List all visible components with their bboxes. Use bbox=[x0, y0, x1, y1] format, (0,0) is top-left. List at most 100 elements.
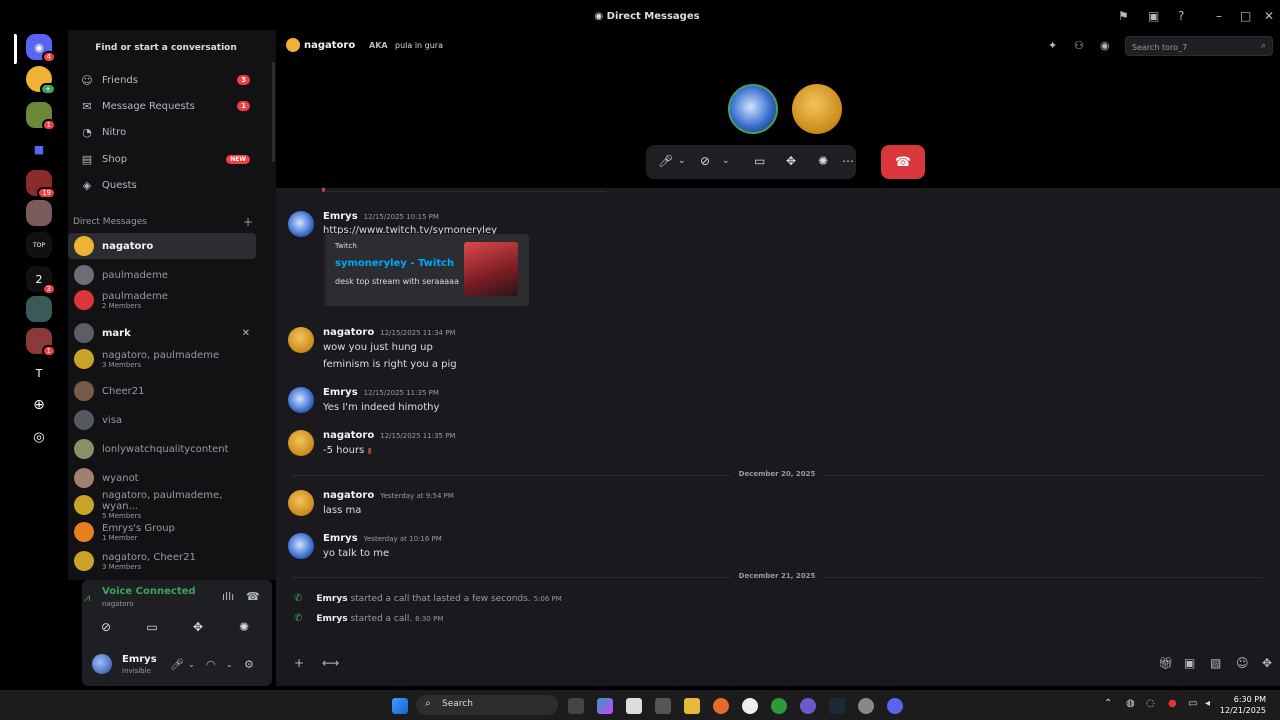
call-mic-icon[interactable]: 🎤︎ bbox=[658, 154, 673, 168]
pin-icon[interactable]: ✦ bbox=[1048, 39, 1057, 52]
app-icon-3[interactable] bbox=[771, 698, 787, 714]
find-conversation-button[interactable]: Find or start a conversation bbox=[68, 37, 264, 59]
voice-status[interactable]: Voice Connected bbox=[102, 586, 196, 597]
firefox-icon[interactable] bbox=[713, 698, 729, 714]
taskbar-clock[interactable]: 6:30 PM 12/21/2025 bbox=[1220, 694, 1266, 716]
user-name[interactable]: Emrys bbox=[122, 654, 157, 665]
server-5[interactable] bbox=[26, 296, 52, 322]
app-icon-4[interactable] bbox=[800, 698, 816, 714]
header-name[interactable]: nagatoro bbox=[304, 40, 355, 51]
activities-button[interactable]: ✥ bbox=[178, 616, 218, 638]
apps-icon[interactable]: ✥ bbox=[1262, 656, 1272, 670]
message-avatar[interactable] bbox=[288, 533, 314, 559]
call-avatar-nagatoro[interactable] bbox=[792, 84, 842, 134]
dm-item[interactable]: nagatoro, Cheer21 3 Members bbox=[68, 548, 256, 574]
gift-icon[interactable]: 🎁︎ bbox=[1158, 656, 1173, 670]
attach-plus-icon[interactable]: + bbox=[294, 656, 304, 670]
settings-gear-icon[interactable]: ⚙ bbox=[244, 658, 254, 671]
voice-channel[interactable]: nagatoro bbox=[102, 600, 134, 608]
close-window-button[interactable]: ✕ bbox=[1264, 9, 1274, 23]
message-author[interactable]: Emrys Yesterday at 10:16 PM bbox=[323, 533, 442, 544]
call-activities-icon[interactable]: ✥ bbox=[786, 154, 796, 168]
tray-chevron-icon[interactable]: ⌃ bbox=[1104, 698, 1112, 709]
tray-mic-icon[interactable]: ● bbox=[1168, 698, 1177, 709]
server-t[interactable]: T bbox=[26, 360, 52, 386]
inbox-icon[interactable]: ▣ bbox=[1148, 9, 1159, 23]
expand-icon[interactable]: ⟷ bbox=[322, 656, 339, 670]
nav-shop[interactable]: ▤ Shop NEW bbox=[72, 147, 258, 171]
dm-item[interactable]: paulmademe bbox=[68, 262, 256, 288]
dm-item[interactable]: wyanot bbox=[68, 465, 256, 491]
server-4[interactable]: 23 bbox=[26, 266, 56, 295]
camera-off-button[interactable]: ⊘ bbox=[86, 616, 126, 638]
windows-start-icon[interactable] bbox=[392, 698, 408, 714]
message-author[interactable]: nagatoro 12/15/2025 11:34 PM bbox=[323, 327, 455, 338]
nav-message-requests[interactable]: ✉ Message Requests 1 bbox=[72, 94, 258, 118]
tray-icon-2[interactable]: ◌ bbox=[1146, 698, 1155, 709]
help-icon[interactable]: ? bbox=[1178, 9, 1184, 23]
message-avatar[interactable] bbox=[288, 211, 314, 237]
nav-quests[interactable]: ◈ Quests bbox=[72, 173, 258, 197]
tray-icon-1[interactable]: ◍ bbox=[1126, 698, 1135, 709]
search-input[interactable]: Search toro_7 ⌕ bbox=[1125, 36, 1273, 56]
inbox-flag-icon[interactable]: ⚑ bbox=[1118, 9, 1129, 23]
server-6[interactable]: 1 bbox=[26, 328, 56, 357]
obs-icon[interactable] bbox=[858, 698, 874, 714]
create-dm-icon[interactable]: + bbox=[243, 215, 253, 229]
audio-options-icon[interactable]: ⌄ bbox=[226, 660, 233, 669]
message-author[interactable]: nagatoro Yesterday at 9:54 PM bbox=[323, 490, 454, 501]
sticker-icon[interactable]: ▧ bbox=[1210, 656, 1221, 670]
add-friends-icon[interactable]: ⚇ bbox=[1074, 39, 1084, 52]
dm-item[interactable]: Emrys's Group 1 Member bbox=[68, 519, 256, 545]
app-icon[interactable] bbox=[655, 698, 671, 714]
mic-chevron-icon[interactable]: ⌄ bbox=[678, 156, 686, 166]
dm-item[interactable]: mark ✕ bbox=[68, 320, 256, 346]
home-button[interactable]: ◉ 4 bbox=[26, 34, 56, 63]
message-author[interactable]: Emrys 12/15/2025 10:15 PM bbox=[323, 211, 439, 222]
message-avatar[interactable] bbox=[288, 430, 314, 456]
call-avatar-emrys[interactable] bbox=[728, 84, 778, 134]
disconnect-icon[interactable]: ☎ bbox=[246, 590, 260, 603]
dm-item[interactable]: nagatoro bbox=[68, 233, 256, 259]
mic-icon[interactable]: 🎤︎ bbox=[170, 658, 184, 671]
noise-suppression-icon[interactable]: ıllı bbox=[222, 590, 234, 603]
embed-title[interactable]: symoneryley - Twitch bbox=[335, 258, 454, 269]
gif-icon[interactable]: ▣ bbox=[1184, 656, 1195, 670]
user-avatar[interactable] bbox=[92, 654, 112, 674]
nav-nitro[interactable]: ◔ Nitro bbox=[72, 120, 258, 144]
server-3[interactable] bbox=[26, 200, 52, 226]
dm-item[interactable]: Cheer21 bbox=[68, 378, 256, 404]
call-soundboard-icon[interactable]: ✺ bbox=[818, 154, 828, 168]
nav-friends[interactable]: ☺ Friends 3 bbox=[72, 68, 258, 92]
server-dm-nagatoro[interactable]: + bbox=[26, 66, 56, 95]
dm-item[interactable]: nagatoro, paulmademe 3 Members bbox=[68, 346, 256, 372]
copilot-icon[interactable] bbox=[597, 698, 613, 714]
add-server-icon[interactable]: ⊕ bbox=[26, 392, 52, 418]
store-icon[interactable] bbox=[626, 698, 642, 714]
message-author[interactable]: Emrys 12/15/2025 11:35 PM bbox=[323, 387, 439, 398]
close-dm-icon[interactable]: ✕ bbox=[242, 328, 250, 339]
emoji-picker-icon[interactable]: ☺ bbox=[1236, 656, 1249, 670]
message-avatar[interactable] bbox=[288, 387, 314, 413]
app-icon-2[interactable] bbox=[742, 698, 758, 714]
maximize-button[interactable]: □ bbox=[1240, 9, 1251, 23]
dm-item[interactable]: lonlywatchqualitycontent bbox=[68, 436, 256, 462]
minimize-button[interactable]: – bbox=[1216, 9, 1222, 23]
hang-up-button[interactable]: ☎ bbox=[881, 145, 925, 179]
folder-icon[interactable]: ■ bbox=[26, 136, 52, 162]
call-camera-off-icon[interactable]: ⊘ bbox=[700, 154, 710, 168]
dm-item[interactable]: visa bbox=[68, 407, 256, 433]
headphones-icon[interactable]: ◠ bbox=[206, 658, 216, 671]
server-2[interactable]: 19 bbox=[26, 170, 56, 199]
soundboard-button[interactable]: ✺ bbox=[224, 616, 264, 638]
camera-chevron-icon[interactable]: ⌄ bbox=[722, 156, 730, 166]
steam-icon[interactable] bbox=[829, 698, 845, 714]
discover-icon[interactable]: ◎ bbox=[26, 424, 52, 450]
taskbar-search[interactable]: ⌕ Search bbox=[416, 695, 558, 715]
more-options-icon[interactable]: ⋯ bbox=[842, 154, 854, 168]
embed-thumbnail[interactable] bbox=[464, 242, 518, 296]
task-view-icon[interactable] bbox=[568, 698, 584, 714]
call-screen-share-icon[interactable]: ▭ bbox=[754, 154, 765, 168]
message-avatar[interactable] bbox=[288, 490, 314, 516]
discord-taskbar-icon[interactable] bbox=[887, 698, 903, 714]
